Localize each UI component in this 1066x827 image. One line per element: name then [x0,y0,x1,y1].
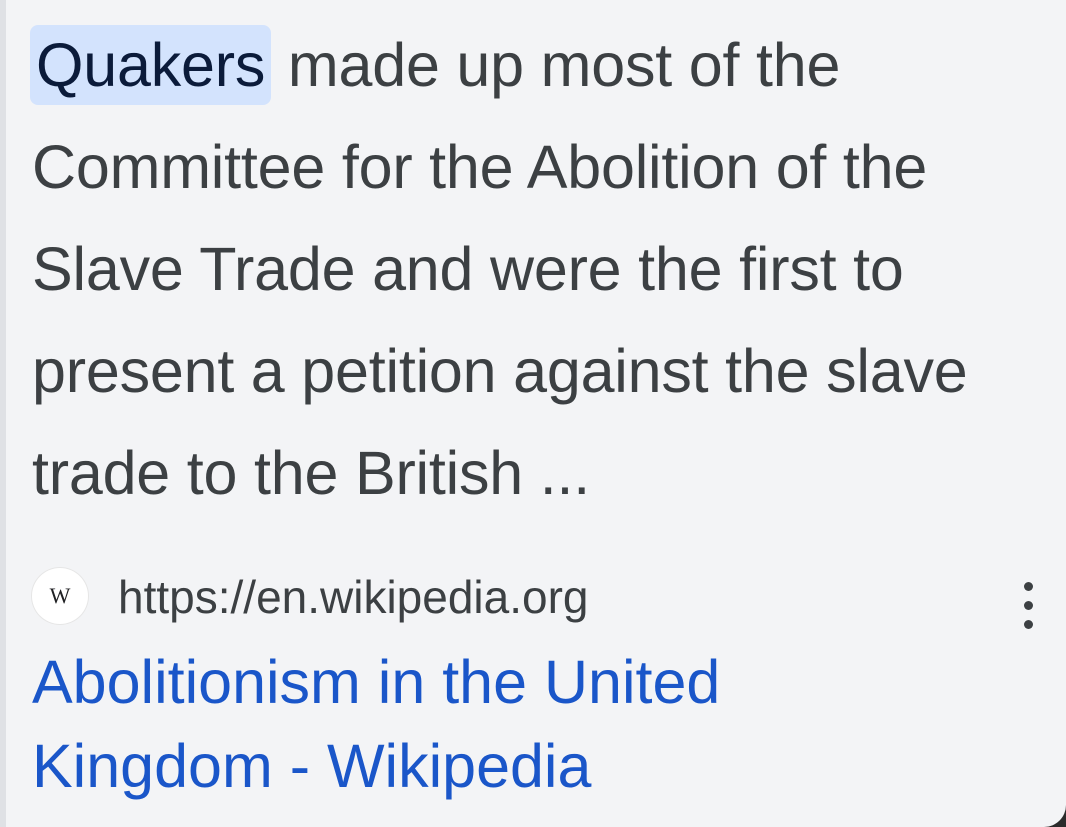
wikipedia-favicon-icon: W [32,568,88,624]
more-options-button[interactable] [1016,582,1044,630]
search-result-card: Quakers made up most of the Committee fo… [0,0,1066,827]
result-source-row[interactable]: W https://en.wikipedia.org [32,566,1052,630]
result-snippet: Quakers made up most of the Committee fo… [30,14,1052,524]
snippet-highlight: Quakers [30,25,272,105]
more-vert-icon-dot [1024,620,1033,629]
result-title-line2: Kingdom - Wikipedia [32,732,592,800]
more-vert-icon-dot [1024,601,1033,610]
result-url[interactable]: https://en.wikipedia.org [118,568,589,626]
result-title-link[interactable]: Abolitionism in the United Kingdom - Wik… [32,640,1032,808]
result-title-line1: Abolitionism in the United [32,648,721,716]
more-vert-icon [1024,582,1033,591]
card-left-edge [0,0,6,827]
